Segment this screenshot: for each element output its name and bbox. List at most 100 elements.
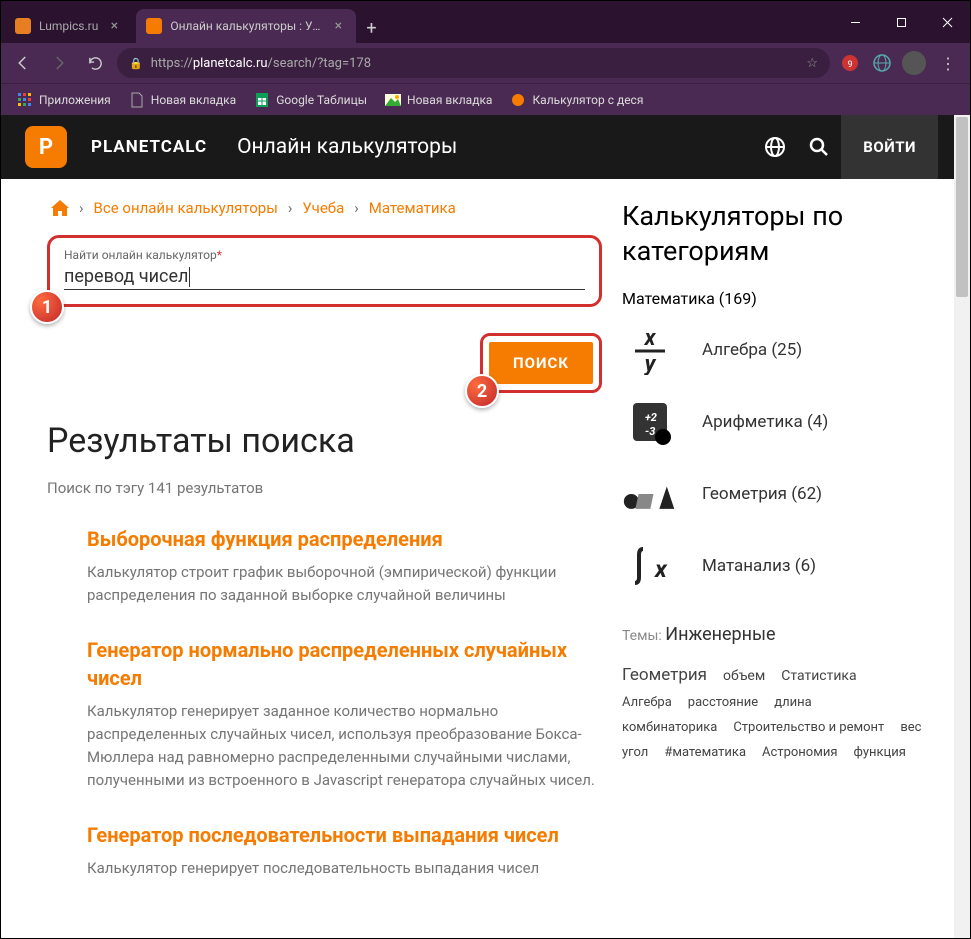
search-field-label: Найти онлайн калькулятор* bbox=[64, 248, 585, 262]
svg-text:x: x bbox=[644, 326, 657, 351]
image-icon bbox=[385, 92, 401, 108]
url-field[interactable]: 🔒 https://planetcalc.ru/search/?tag=178 … bbox=[117, 48, 830, 78]
forward-button[interactable] bbox=[45, 49, 73, 77]
login-button[interactable]: ВОЙТИ bbox=[841, 115, 938, 179]
tag-link[interactable]: расстояние bbox=[688, 695, 758, 710]
browser-menu-button[interactable]: ⋮ bbox=[934, 54, 962, 73]
back-button[interactable] bbox=[9, 49, 37, 77]
globe-extension-icon[interactable] bbox=[870, 51, 894, 75]
extension-icon[interactable]: 9 bbox=[838, 51, 862, 75]
search-button-highlight: ПОИСК 2 bbox=[480, 333, 602, 393]
site-header: P PLANETCALC Онлайн калькуляторы ВОЙТИ bbox=[1, 115, 954, 179]
site-brand[interactable]: PLANETCALC bbox=[91, 137, 207, 157]
svg-text:x: x bbox=[654, 555, 668, 583]
close-tab-icon[interactable]: × bbox=[330, 18, 346, 34]
category-item-arithmetic[interactable]: +2-3 Арифметика (4) bbox=[622, 394, 922, 450]
doc-icon bbox=[129, 92, 145, 108]
algebra-icon: xy bbox=[622, 322, 678, 378]
result-item: Генератор нормально распределенных случа… bbox=[47, 636, 602, 793]
themes-label: Темы: Инженерные bbox=[622, 624, 922, 645]
annotation-badge-2: 2 bbox=[465, 374, 499, 408]
breadcrumb-link[interactable]: Все онлайн калькуляторы bbox=[94, 199, 278, 217]
tag-link[interactable]: длина bbox=[774, 695, 811, 710]
language-button[interactable] bbox=[753, 125, 797, 169]
site-subtitle: Онлайн калькуляторы bbox=[237, 135, 753, 159]
new-tab-button[interactable]: + bbox=[356, 18, 386, 39]
geometry-icon bbox=[622, 466, 678, 522]
vertical-scrollbar[interactable] bbox=[954, 115, 970, 938]
arithmetic-icon: +2-3 bbox=[622, 394, 678, 450]
bookmark-item[interactable]: Google Таблицы bbox=[246, 88, 375, 112]
result-link[interactable]: Генератор нормально распределенных случа… bbox=[87, 636, 602, 692]
bookmark-label: Новая вкладка bbox=[407, 93, 492, 107]
category-label: Геометрия (62) bbox=[702, 484, 822, 504]
bookmark-label: Новая вкладка bbox=[151, 93, 236, 107]
results-heading: Результаты поиска bbox=[47, 421, 602, 461]
tab-title: Онлайн калькуляторы : Учеба : bbox=[170, 19, 322, 33]
result-description: Калькулятор генерирует последовательност… bbox=[87, 857, 602, 880]
category-item-algebra[interactable]: xy Алгебра (25) bbox=[622, 322, 922, 378]
category-label: Алгебра (25) bbox=[702, 340, 802, 360]
browser-tab[interactable]: Lumpics.ru × bbox=[5, 9, 132, 43]
apps-icon bbox=[17, 92, 33, 108]
tag-link[interactable]: Алгебра bbox=[622, 695, 672, 710]
address-bar: 🔒 https://planetcalc.ru/search/?tag=178 … bbox=[1, 43, 970, 83]
sheets-icon bbox=[254, 92, 270, 108]
result-link[interactable]: Выборочная функция распределения bbox=[87, 525, 602, 553]
profile-avatar[interactable] bbox=[902, 51, 926, 75]
tag-link[interactable]: Астрономия bbox=[762, 745, 837, 760]
minimize-button[interactable] bbox=[832, 6, 878, 38]
site-logo[interactable]: P bbox=[25, 126, 67, 168]
maximize-button[interactable] bbox=[878, 6, 924, 38]
tag-link[interactable]: функция bbox=[854, 745, 906, 760]
breadcrumb-link[interactable]: Математика bbox=[369, 199, 456, 217]
window-titlebar: Lumpics.ru × Онлайн калькуляторы : Учеба… bbox=[1, 1, 970, 43]
tag-link[interactable]: вес bbox=[900, 720, 921, 735]
sidebar-heading: Калькуляторы по категориям bbox=[622, 199, 922, 269]
tag-link[interactable]: угол bbox=[622, 745, 648, 760]
chevron-right-icon: › bbox=[288, 199, 293, 217]
tag-link[interactable]: Геометрия bbox=[622, 665, 707, 685]
lock-icon: 🔒 bbox=[129, 57, 143, 70]
result-description: Калькулятор строит график выборочной (эм… bbox=[87, 561, 602, 608]
chevron-right-icon: › bbox=[79, 199, 84, 217]
tag-link[interactable]: #математика bbox=[664, 745, 746, 760]
search-button[interactable]: ПОИСК bbox=[489, 342, 593, 384]
bookmarks-bar: Приложения Новая вкладка Google Таблицы … bbox=[1, 83, 970, 115]
bookmark-item[interactable]: Новая вкладка bbox=[121, 88, 244, 112]
bookmark-label: Приложения bbox=[39, 93, 111, 107]
bookmark-item[interactable]: Калькулятор с деся bbox=[502, 88, 651, 112]
breadcrumb-link[interactable]: Учеба bbox=[302, 199, 344, 217]
tag-link[interactable]: Статистика bbox=[781, 668, 856, 684]
result-description: Калькулятор генерирует заданное количест… bbox=[87, 700, 602, 793]
category-label: Арифметика (4) bbox=[702, 412, 828, 432]
category-item-calculus[interactable]: x Матанализ (6) bbox=[622, 538, 922, 594]
tag-link[interactable]: объем bbox=[723, 668, 765, 684]
tag-link[interactable]: комбинаторика bbox=[622, 720, 717, 735]
reload-button[interactable] bbox=[81, 49, 109, 77]
svg-text:-3: -3 bbox=[645, 425, 655, 438]
bookmark-star-icon[interactable]: ☆ bbox=[806, 56, 818, 71]
theme-main-link[interactable]: Инженерные bbox=[665, 624, 775, 645]
bookmark-item[interactable]: Новая вкладка bbox=[377, 88, 500, 112]
scrollbar-thumb[interactable] bbox=[956, 117, 968, 297]
search-input[interactable]: перевод чисел bbox=[64, 262, 585, 290]
results-subtitle: Поиск по тэгу 141 результатов bbox=[47, 479, 602, 497]
browser-tab-active[interactable]: Онлайн калькуляторы : Учеба : × bbox=[136, 9, 356, 43]
close-tab-icon[interactable]: × bbox=[106, 18, 122, 34]
search-box: Найти онлайн калькулятор* перевод чисел … bbox=[47, 235, 602, 307]
close-button[interactable] bbox=[924, 6, 970, 38]
category-top[interactable]: Математика (169) bbox=[622, 289, 922, 308]
chevron-right-icon: › bbox=[354, 199, 359, 217]
apps-button[interactable]: Приложения bbox=[9, 88, 119, 112]
tag-link[interactable]: Строительство и ремонт bbox=[733, 720, 884, 735]
tab-title: Lumpics.ru bbox=[39, 19, 98, 33]
result-item: Генератор последовательности выпадания ч… bbox=[47, 821, 602, 880]
category-item-geometry[interactable]: Геометрия (62) bbox=[622, 466, 922, 522]
calc-icon bbox=[510, 92, 526, 108]
favicon-icon bbox=[15, 18, 31, 34]
result-item: Выборочная функция распределения Калькул… bbox=[47, 525, 602, 608]
breadcrumb-home-icon[interactable] bbox=[51, 200, 69, 216]
header-search-button[interactable] bbox=[797, 125, 841, 169]
result-link[interactable]: Генератор последовательности выпадания ч… bbox=[87, 821, 602, 849]
